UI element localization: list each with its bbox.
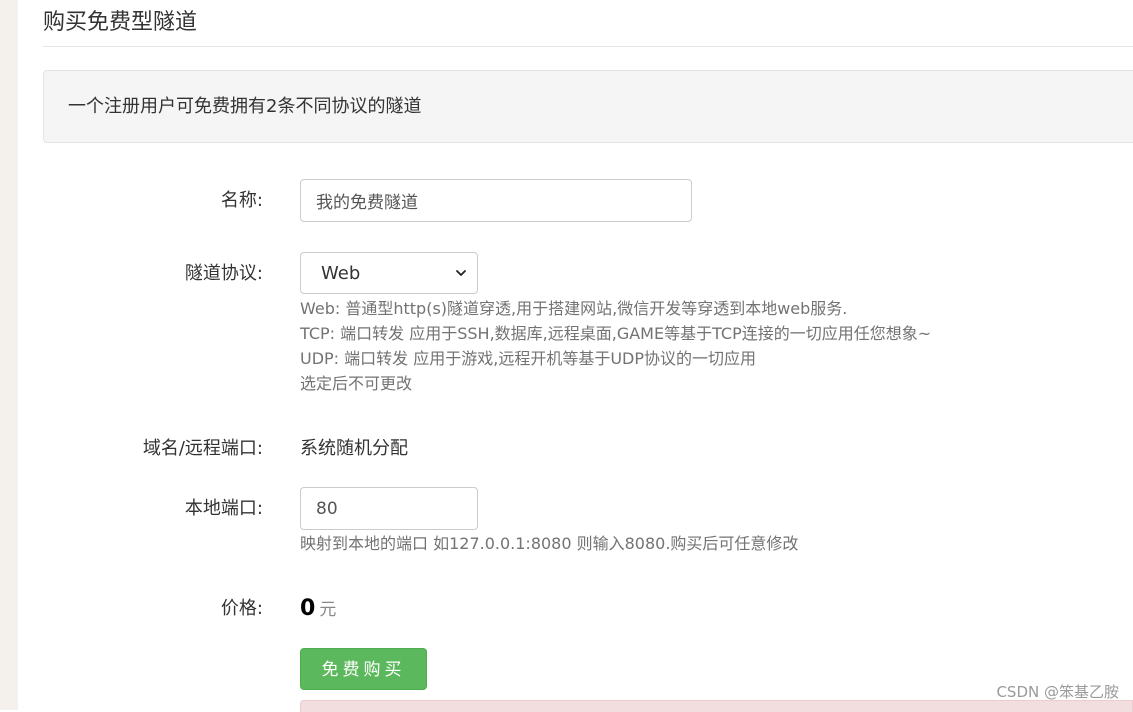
protocol-select[interactable]: Web <box>300 252 478 294</box>
notice-well: 一个注册用户可免费拥有2条不同协议的隧道 <box>43 70 1133 143</box>
local-port-help: 映射到本地的端口 如127.0.0.1:8080 则输入8080.购买后可任意修… <box>300 534 799 553</box>
page-container: 购买免费型隧道 一个注册用户可免费拥有2条不同协议的隧道 名称: 隧道协议: W… <box>43 0 1133 712</box>
notice-text: 一个注册用户可免费拥有2条不同协议的隧道 <box>68 96 422 117</box>
name-label: 名称: <box>220 190 263 211</box>
protocol-help-udp: UDP: 端口转发 应用于游戏,远程开机等基于UDP协议的一切应用 <box>300 349 757 368</box>
local-port-input[interactable] <box>300 487 478 530</box>
chevron-down-icon <box>456 270 466 276</box>
name-input[interactable] <box>300 179 692 222</box>
price-amount: 0 <box>300 596 316 621</box>
free-buy-button[interactable]: 免费购买 <box>300 648 427 690</box>
protocol-help-note: 选定后不可更改 <box>300 374 413 393</box>
left-background-strip <box>0 0 18 710</box>
remote-value: 系统随机分配 <box>300 438 408 459</box>
protocol-label: 隧道协议: <box>184 263 263 284</box>
protocol-selected-value: Web <box>321 263 361 284</box>
page-title: 购买免费型隧道 <box>43 10 198 35</box>
price-unit: 元 <box>319 600 337 620</box>
protocol-help-tcp: TCP: 端口转发 应用于SSH,数据库,远程桌面,GAME等基于TCP连接的一… <box>300 324 932 343</box>
protocol-help-web: Web: 普通型http(s)隧道穿透,用于搭建网站,微信开发等穿透到本地web… <box>300 299 848 318</box>
watermark: CSDN @笨基乙胺 <box>996 683 1119 701</box>
title-divider <box>43 46 1133 47</box>
price-label: 价格: <box>220 598 263 619</box>
remote-label: 域名/远程端口: <box>142 438 263 459</box>
price-display: 0元 <box>300 596 336 623</box>
local-port-label: 本地端口: <box>184 498 263 519</box>
